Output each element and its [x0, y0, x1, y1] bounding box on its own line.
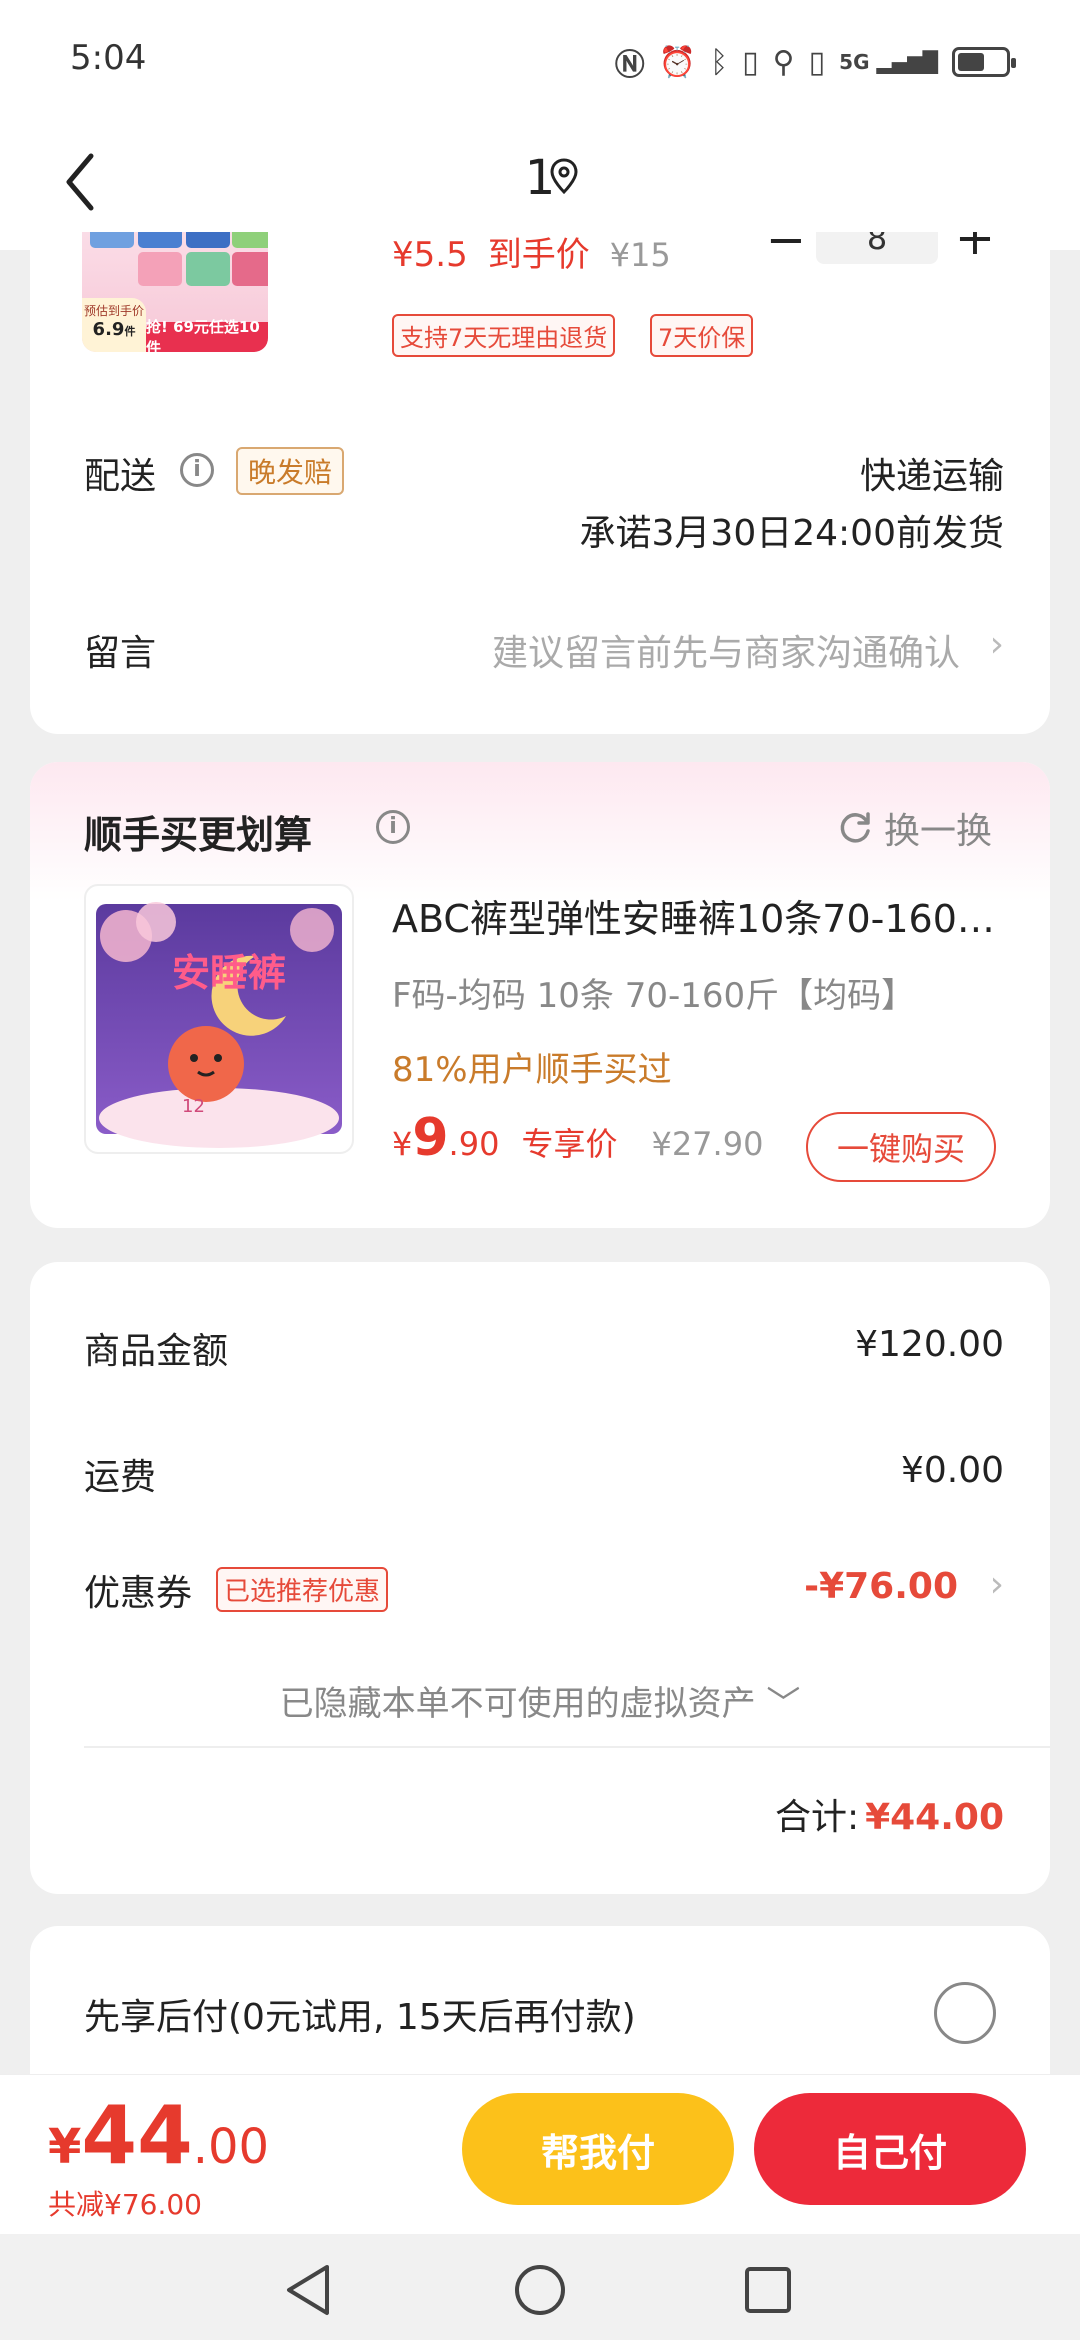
shipping-label: 运费: [84, 1457, 157, 1498]
chevron-right-icon[interactable]: ›: [990, 1564, 1004, 1605]
battery-saver-icon: ▯: [742, 44, 759, 80]
status-time: 5:04: [70, 38, 147, 78]
location-pin-icon[interactable]: [550, 158, 578, 198]
quantity-decrease-button[interactable]: −: [756, 232, 816, 268]
nfc-icon: Ⓝ: [614, 48, 645, 83]
coupon-value[interactable]: -¥76.00: [804, 1566, 958, 1607]
pay-later-radio[interactable]: [934, 1982, 996, 2044]
delivery-label: 配送: [84, 456, 157, 497]
alarm-icon: ⏰: [658, 44, 697, 80]
checkout-amount-decimal: .00: [192, 2119, 270, 2175]
info-icon[interactable]: i: [376, 810, 410, 844]
price-summary-card: 商品金额 ¥120.00 运费 ¥0.00 优惠券 已选推荐优惠 -¥76.00…: [30, 1262, 1050, 1894]
addon-purchase-stat: 81%用户顺手买过: [392, 1050, 672, 1090]
refresh-icon: [840, 812, 870, 843]
addon-title: 顺手买更划算: [84, 813, 313, 857]
hidden-assets-toggle[interactable]: 已隐藏本单不可使用的虚拟资产 ﹀: [30, 1676, 1050, 1725]
coupon-label: 优惠券: [84, 1573, 193, 1614]
status-bar: 5:04 Ⓝ ⏰ ᛒ ▯ ⚲ ▯ 5G ▂▄▆█: [0, 0, 1080, 120]
addon-product-spec: F码-均码 10条 70-160斤【均码】: [392, 976, 916, 1016]
late-delivery-compensation-tag: 晚发赔: [236, 447, 345, 495]
addon-price-int: 9: [412, 1108, 449, 1168]
vibrate-icon: ▯: [808, 44, 826, 80]
chevron-left-icon: [66, 153, 94, 211]
thumb-badge-price: 6.9: [92, 319, 125, 340]
thumb-badge-label: 预估到手价: [83, 304, 144, 318]
addon-price-currency: ¥: [392, 1125, 413, 1163]
system-nav-bar: [0, 2234, 1080, 2340]
nav-back-button[interactable]: [268, 2250, 348, 2330]
location-icon: ⚲: [772, 44, 795, 80]
price-protection-tag: 7天价保: [650, 314, 754, 357]
network-label: 5G: [839, 50, 870, 74]
5g-signal-icon: 5G ▂▄▆█: [839, 50, 938, 74]
quantity-increase-button[interactable]: +: [945, 232, 1005, 266]
addon-price-row: ¥ 9 .90 专享价 ¥27.90: [392, 1108, 763, 1168]
bluetooth-icon: ᛒ: [710, 44, 729, 80]
shipping-value: ¥0.00: [900, 1450, 1004, 1491]
triangle-back-icon: [287, 2265, 329, 2315]
checkout-discount: 共减¥76.00: [48, 2188, 202, 2221]
refresh-button[interactable]: 换一换: [836, 802, 992, 854]
addon-original-price: ¥27.90: [651, 1125, 764, 1163]
thumb-badge-unit: 件: [124, 325, 136, 338]
thumb-promo: 抢! 69元任选10件: [146, 318, 268, 352]
checkout-currency: ¥: [48, 2119, 82, 2175]
goods-amount-value: ¥120.00: [855, 1324, 1004, 1365]
header: 1: [0, 120, 1080, 250]
addon-product-name[interactable]: ABC裤型弹性安睡裤10条70-160斤【均码】: [392, 888, 1012, 943]
help-me-pay-button[interactable]: 帮我付: [462, 2093, 734, 2205]
square-recents-icon: [745, 2267, 791, 2313]
goods-amount-label: 商品金额: [84, 1331, 229, 1372]
circle-home-icon: [515, 2265, 565, 2315]
message-input[interactable]: 建议留言前先与商家沟通确认: [492, 624, 960, 676]
divider: [84, 1746, 1050, 1748]
page-title: 1: [524, 150, 556, 206]
product-price-row: ¥5.5 到手价 ¥15: [392, 232, 671, 276]
product-original-price: ¥15: [609, 236, 671, 274]
pay-myself-button[interactable]: 自己付: [754, 2093, 1026, 2205]
return-policy-tag: 支持7天无理由退货: [392, 314, 616, 357]
coupon-recommended-tag: 已选推荐优惠: [216, 1567, 389, 1612]
info-icon[interactable]: i: [180, 453, 214, 487]
addon-recommend-card: 顺手买更划算 i 换一换 安睡裤 12 ABC裤型弹性安睡裤10条70-160斤…: [30, 762, 1050, 1228]
total-row: 合计: ¥44.00: [775, 1788, 1004, 1840]
back-button[interactable]: [50, 142, 110, 222]
order-item-card: 预估到手价 6.9件 抢! 69元任选10件 ¥5.5 到手价 ¥15 − 8 …: [30, 232, 1050, 734]
one-click-buy-button[interactable]: 一键购买: [806, 1112, 996, 1182]
total-label: 合计:: [774, 1797, 860, 1838]
total-value: ¥44.00: [865, 1797, 1004, 1838]
checkout-amount: ¥ 44 .00: [48, 2089, 269, 2182]
package-count: 12: [182, 1096, 205, 1117]
refresh-label: 换一换: [883, 811, 992, 852]
delivery-method: 快递运输: [859, 456, 1004, 497]
quantity-input[interactable]: 8: [816, 232, 938, 264]
chevron-right-icon[interactable]: ›: [990, 624, 1004, 665]
status-icons: Ⓝ ⏰ ᛒ ▯ ⚲ ▯ 5G ▂▄▆█: [614, 40, 1016, 84]
product-thumbnail[interactable]: 预估到手价 6.9件 抢! 69元任选10件: [82, 232, 268, 352]
product-price: ¥5.5: [392, 235, 468, 275]
nav-home-button[interactable]: [500, 2250, 580, 2330]
product-price-label: 到手价: [487, 235, 590, 275]
pay-later-label: 先享后付(0元试用, 15天后再付款): [84, 1997, 636, 2038]
package-text: 安睡裤: [172, 951, 286, 995]
nav-recents-button[interactable]: [728, 2250, 808, 2330]
delivery-promise: 承诺3月30日24:00前发货: [579, 513, 1004, 554]
checkout-bar: ¥ 44 .00 共减¥76.00 帮我付 自己付: [0, 2074, 1080, 2234]
checkout-amount-int: 44: [81, 2089, 193, 2182]
message-label: 留言: [84, 633, 157, 674]
addon-product-image[interactable]: 安睡裤 12: [84, 884, 354, 1154]
battery-icon: [952, 47, 1016, 77]
addon-price-label: 专享价: [521, 1125, 618, 1163]
addon-price-decimal: .90: [448, 1125, 500, 1163]
thumb-price-badge: 预估到手价 6.9件: [82, 298, 146, 352]
